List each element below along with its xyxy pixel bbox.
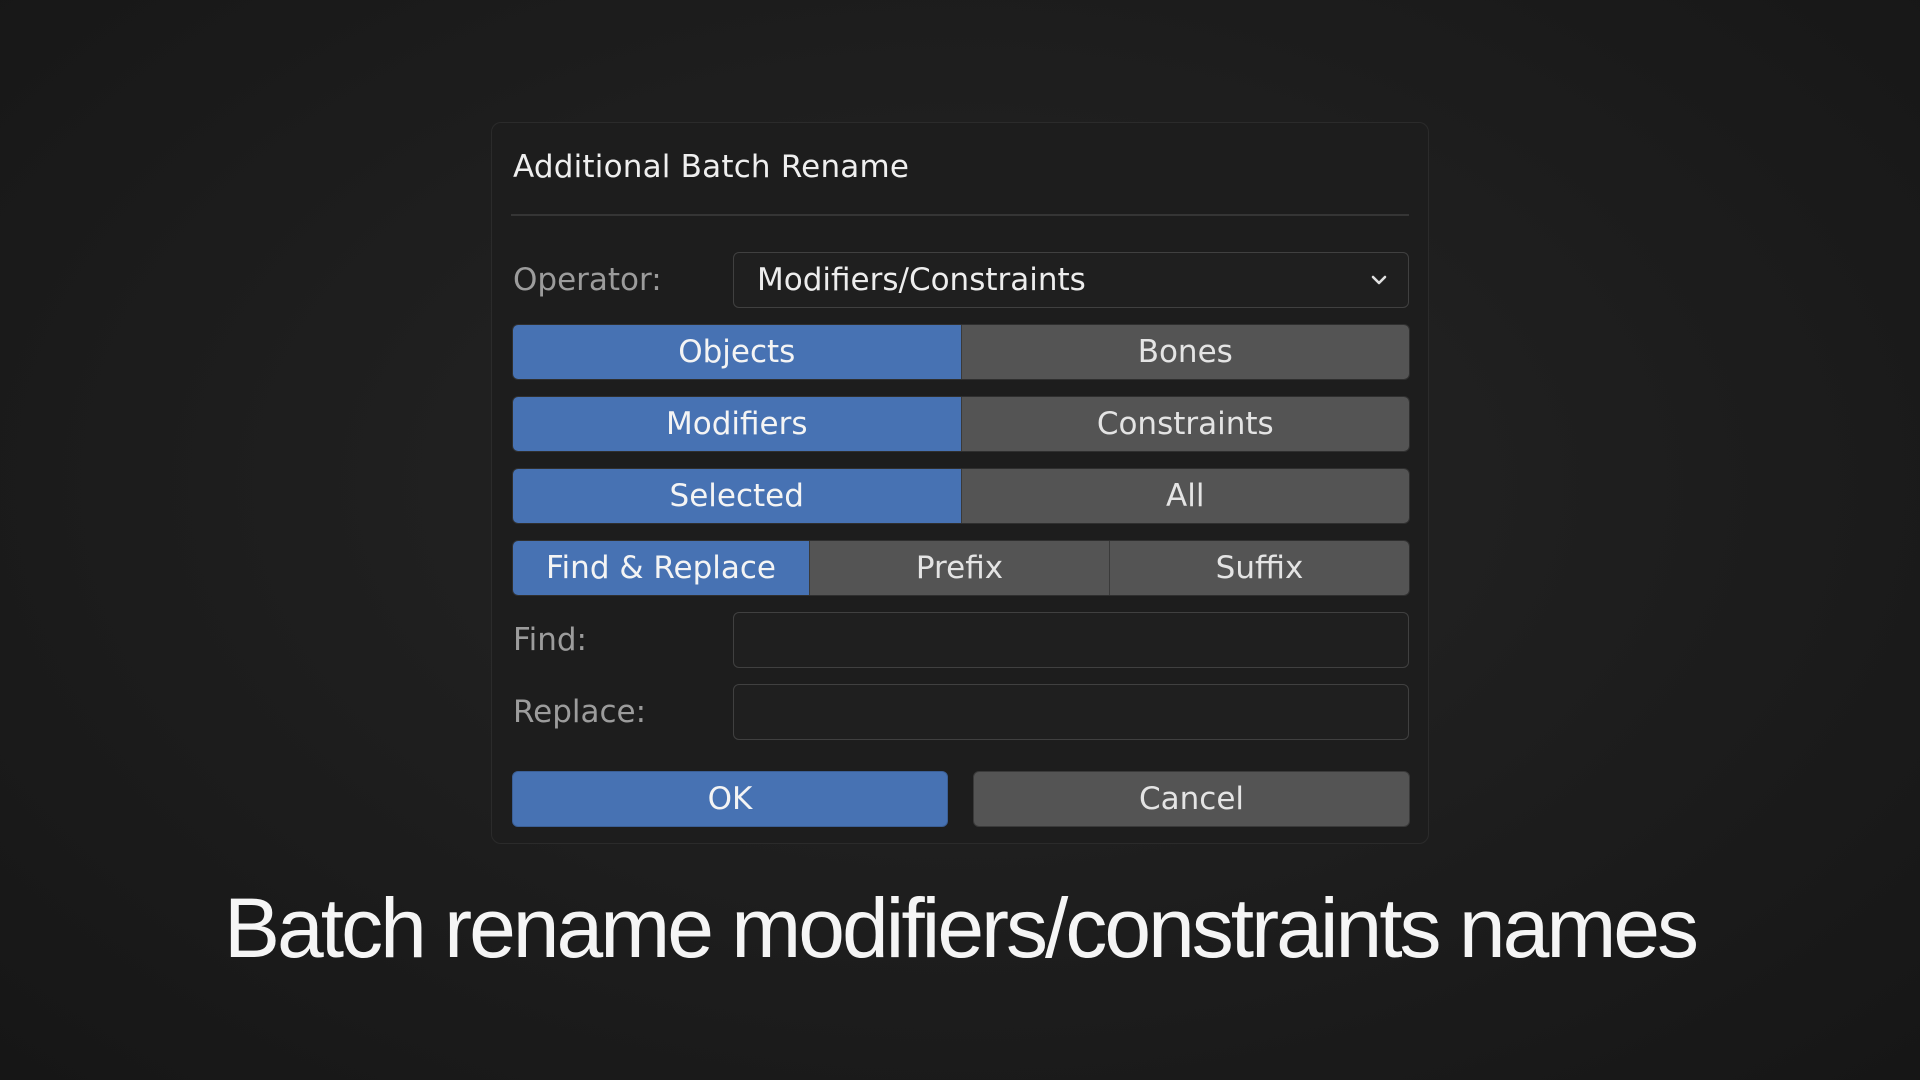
toggle-suffix[interactable]: Suffix [1109,541,1409,595]
chevron-down-icon [1371,275,1387,285]
toggle-prefix[interactable]: Prefix [809,541,1109,595]
cancel-button[interactable]: Cancel [973,771,1410,827]
dialog-title: Additional Batch Rename [513,149,910,185]
title-divider [511,214,1409,216]
find-input[interactable] [733,612,1409,668]
toggle-modifiers[interactable]: Modifiers [513,397,961,451]
scope-toggle: Selected All [512,468,1410,524]
find-label: Find: [513,622,587,658]
toggle-selected[interactable]: Selected [513,469,961,523]
type-toggle: Objects Bones [512,324,1410,380]
toggle-all[interactable]: All [960,469,1409,523]
toggle-constraints[interactable]: Constraints [960,397,1409,451]
operator-dropdown-value: Modifiers/Constraints [757,262,1086,298]
mode-toggle: Find & Replace Prefix Suffix [512,540,1410,596]
toggle-find-replace[interactable]: Find & Replace [513,541,809,595]
replace-input[interactable] [733,684,1409,740]
video-caption: Batch rename modifiers/constraints names [223,881,1699,975]
data-toggle: Modifiers Constraints [512,396,1410,452]
operator-dropdown[interactable]: Modifiers/Constraints [733,252,1409,308]
toggle-bones[interactable]: Bones [960,325,1409,379]
ok-button[interactable]: OK [512,771,948,827]
operator-label: Operator: [513,262,662,298]
toggle-objects[interactable]: Objects [513,325,961,379]
replace-label: Replace: [513,694,647,730]
batch-rename-dialog: Additional Batch Rename Operator: Modifi… [491,122,1429,844]
